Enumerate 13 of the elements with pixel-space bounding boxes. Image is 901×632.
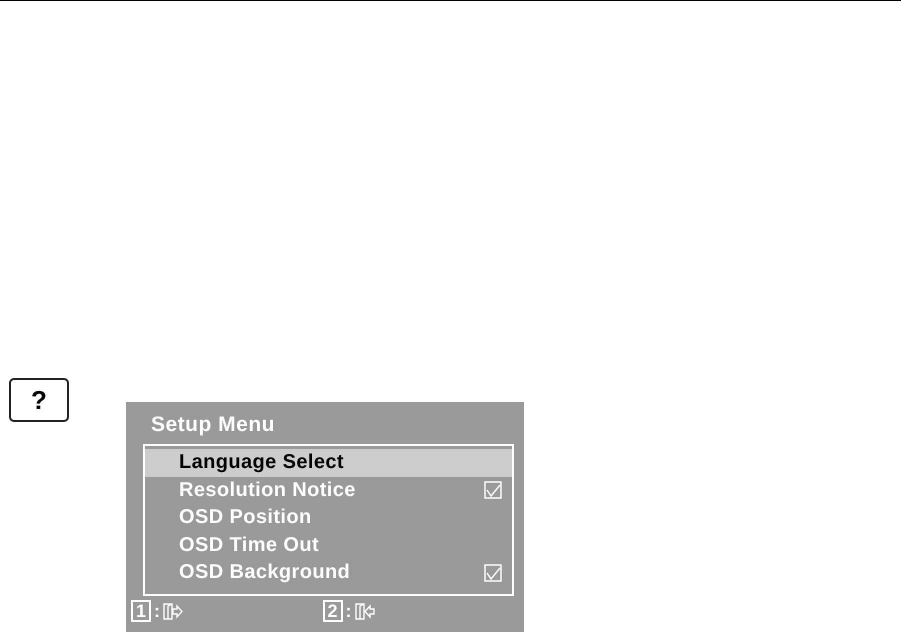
menu-title: Setup Menu xyxy=(150,412,276,438)
separator: : xyxy=(346,600,352,622)
help-key: ? xyxy=(9,378,69,422)
key-label: 1 xyxy=(131,600,152,622)
key-label: 2 xyxy=(322,600,343,622)
menu-item[interactable]: Language Select xyxy=(145,449,512,476)
menu-item[interactable]: OSD Background xyxy=(145,559,512,586)
separator: : xyxy=(154,600,160,622)
exit-icon xyxy=(163,602,184,620)
menu-item[interactable]: OSD Position xyxy=(145,504,512,532)
menu-item[interactable]: Resolution Notice xyxy=(145,476,512,504)
menu-item[interactable]: OSD Time Out xyxy=(145,532,512,559)
enter-icon xyxy=(354,602,375,620)
